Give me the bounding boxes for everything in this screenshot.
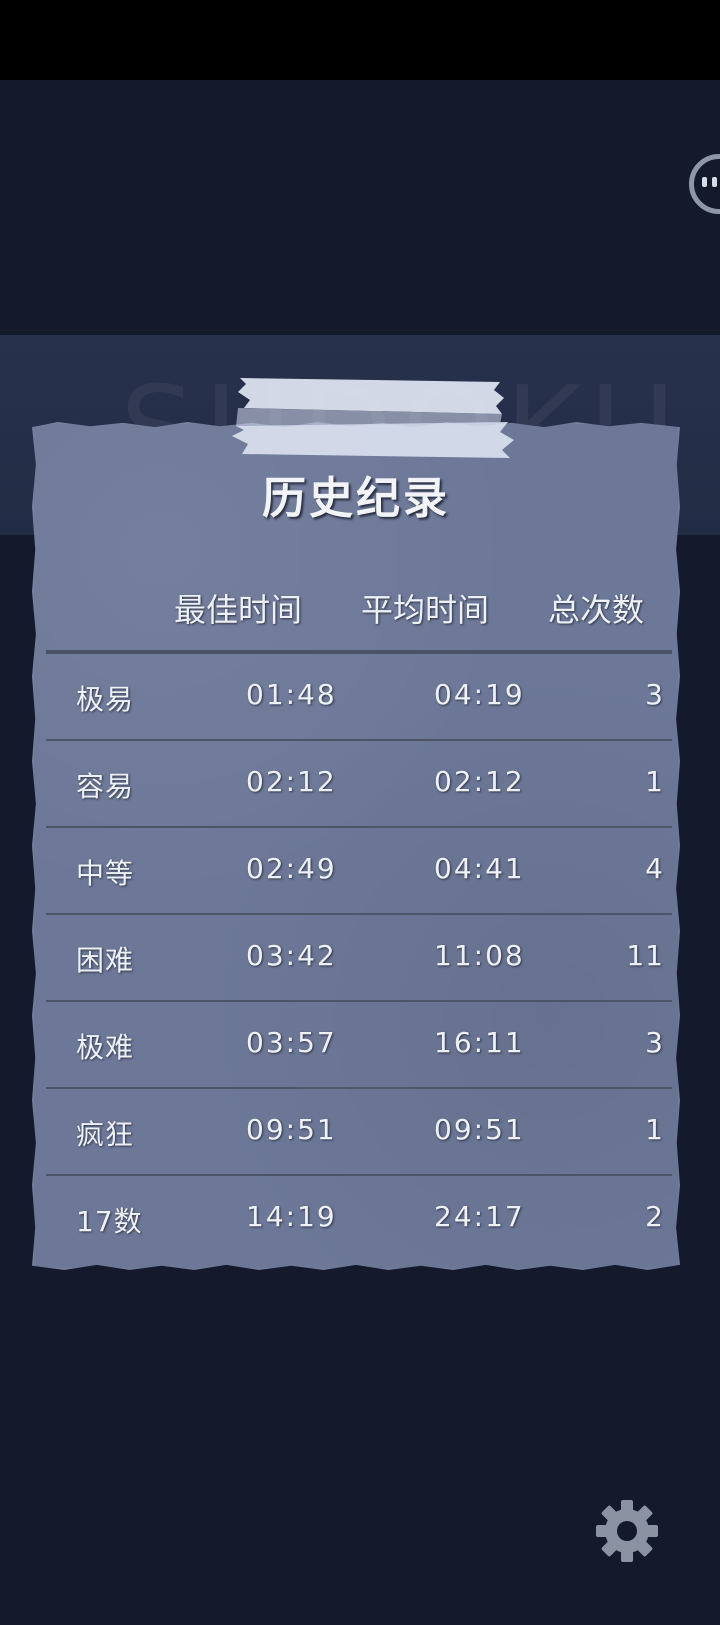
row-best-time: 03:57 (246, 1026, 337, 1059)
row-level: 中等 (76, 857, 135, 890)
row-total-count: 4 (645, 852, 664, 885)
row-best-time: 09:51 (246, 1113, 337, 1146)
row-level: 容易 (76, 770, 135, 803)
row-level: 困难 (76, 944, 135, 977)
row-average-time: 24:17 (434, 1200, 525, 1233)
row-total-count: 1 (645, 765, 664, 798)
row-best-time: 02:49 (246, 852, 337, 885)
row-total-count: 3 (645, 678, 664, 711)
table-row: 极易 01:48 04:19 3 (46, 654, 672, 741)
row-best-time: 01:48 (246, 678, 337, 711)
mascot-eye-right (712, 177, 717, 187)
row-level: 疯狂 (76, 1118, 135, 1151)
row-total-count: 11 (626, 939, 664, 972)
row-average-time: 04:41 (434, 852, 525, 885)
row-level: 17数 (76, 1205, 143, 1238)
table-row: 容易 02:12 02:12 1 (46, 741, 672, 828)
row-total-count: 3 (645, 1026, 664, 1059)
row-best-time: 02:12 (246, 765, 337, 798)
row-level: 极易 (76, 683, 135, 716)
table-row: 疯狂 09:51 09:51 1 (46, 1089, 672, 1176)
row-total-count: 1 (645, 1113, 664, 1146)
mascot-eye-left (702, 177, 707, 187)
column-header-best-time: 最佳时间 (174, 591, 303, 629)
row-average-time: 02:12 (434, 765, 525, 798)
status-bar (0, 0, 720, 80)
column-header-average-time: 平均时间 (361, 591, 490, 629)
row-best-time: 03:42 (246, 939, 337, 972)
row-average-time: 16:11 (434, 1026, 525, 1059)
row-average-time: 09:51 (434, 1113, 525, 1146)
row-total-count: 2 (645, 1200, 664, 1233)
gear-icon[interactable] (594, 1498, 660, 1564)
row-best-time: 14:19 (246, 1200, 337, 1233)
table-row: 17数 14:19 24:17 2 (46, 1176, 672, 1263)
row-average-time: 11:08 (434, 939, 525, 972)
table-row: 极难 03:57 16:11 3 (46, 1002, 672, 1089)
dialog-title: 历史纪录 (262, 473, 450, 524)
table-row: 困难 03:42 11:08 11 (46, 915, 672, 1002)
row-average-time: 04:19 (434, 678, 525, 711)
row-level: 极难 (76, 1031, 135, 1064)
column-header-total-count: 总次数 (548, 591, 645, 629)
tape-decoration (232, 378, 514, 458)
table-row: 中等 02:49 04:41 4 (46, 828, 672, 915)
